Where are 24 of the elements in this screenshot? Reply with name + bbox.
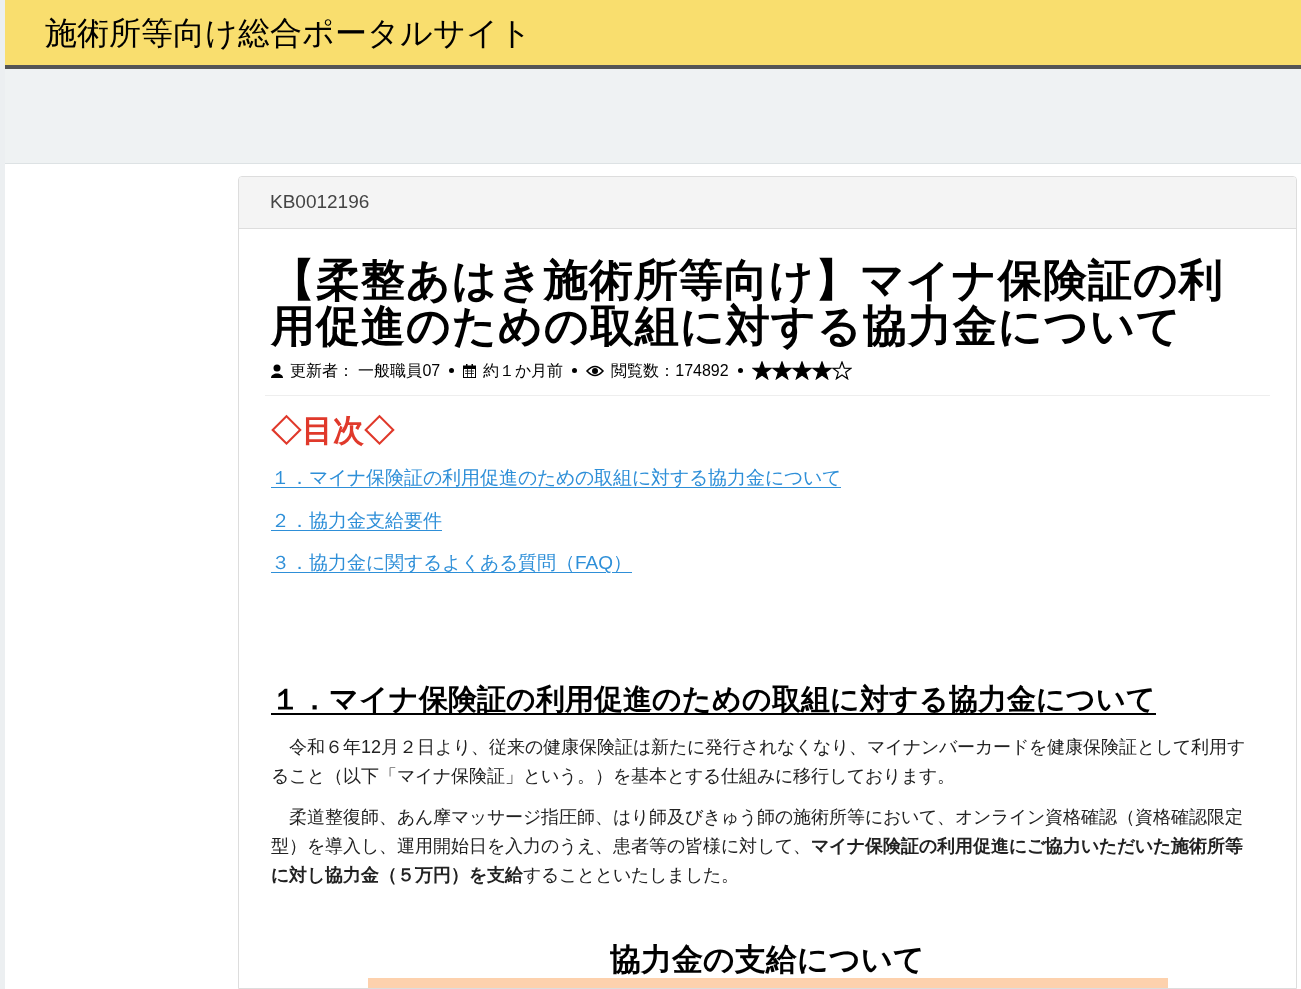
filled-star-icon: [811, 361, 832, 380]
filled-star-icon: [751, 361, 772, 380]
site-title[interactable]: 施術所等向け総合ポータルサイト: [45, 8, 532, 57]
toc-link[interactable]: ３．協力金に関するよくある質問（FAQ）: [271, 549, 632, 578]
separator-dot-icon: [737, 368, 743, 373]
separator-dot-icon: [572, 368, 578, 373]
filled-star-icon: [791, 361, 812, 380]
updater-label: 更新者： 一般職員07: [290, 360, 441, 381]
subheading: 協力金の支給について: [610, 942, 925, 978]
toc-link[interactable]: ２．協力金支給要件: [271, 506, 442, 535]
toc-heading: ◇目次◇: [271, 411, 396, 450]
body-paragraph: 柔道整復師、あん摩マッサージ指圧師、はり師及びきゅう師の施術所等において、オンライン資格確認（資格確認限定型）を導入し、運用開始日を入力のうえ、患者等の皆様に対して、マイナ保険証の利用促進にご協力いただいた施術所等に対し協力金（５万円）を支給することといたしました。: [271, 806, 1244, 887]
updated-date: 約１か月前: [483, 360, 564, 381]
separator-dot-icon: [449, 368, 455, 373]
filled-star-icon: [771, 361, 792, 380]
view-count: 閲覧数：174892: [611, 360, 729, 381]
toc-link[interactable]: １．マイナ保険証の利用促進のための取組に対する協力金について: [271, 464, 841, 493]
section-heading: １．マイナ保険証の利用促進のための取組に対する協力金について: [271, 681, 1157, 717]
article-title: 【柔整あはき施術所等向け】マイナ保険証の利用促進のための取組に対する協力金について: [271, 256, 1225, 349]
calendar-icon: [463, 363, 477, 378]
person-icon: [271, 363, 283, 378]
article-id: KB0012196: [270, 189, 370, 214]
eye-icon: [586, 364, 605, 377]
body-paragraph: 令和６年12月２日より、従来の健康保険証は新たに発行されなくなり、マイナンバーカードを健康保険証として利用すること（以下「マイナ保険証」という。）を基本とする仕組みに移行しております。: [271, 736, 1247, 788]
